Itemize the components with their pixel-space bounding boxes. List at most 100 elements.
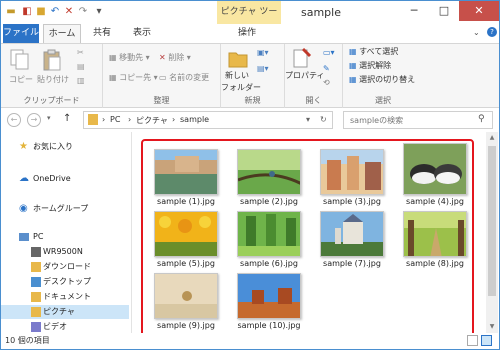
refresh-icon[interactable]: ↻	[320, 115, 327, 124]
organize-group: ▦ 移動先 ▾ ▦ コピー先 ▾ ✕ 削除 ▾ ▭ 名前の変更 整理	[103, 44, 221, 108]
new-folder-icon[interactable]: ■	[35, 6, 47, 18]
item-count: 10 個の項目	[5, 336, 50, 345]
large-icons-view-icon[interactable]	[481, 335, 492, 346]
tab-share[interactable]: 共有	[85, 24, 119, 43]
highlight-frame	[141, 139, 474, 341]
nav-item-homegroup[interactable]: ◉ ホームグループ	[1, 202, 129, 216]
history-icon[interactable]: ⟲	[323, 78, 330, 87]
edit-icon[interactable]: ✎	[323, 64, 330, 73]
nav-item-videos[interactable]: ビデオ	[1, 320, 129, 333]
tab-file[interactable]: ファイル	[3, 24, 39, 43]
path-separator-icon[interactable]: ›	[172, 115, 175, 124]
rename-button[interactable]: ▭ 名前の変更	[159, 72, 209, 83]
recent-locations-icon[interactable]: ▾	[47, 114, 51, 122]
context-tab-title: ピクチャ ツール	[217, 1, 281, 40]
delete-button[interactable]: ✕ 削除 ▾	[159, 52, 191, 63]
copy-to-button[interactable]: ▦ コピー先 ▾	[109, 72, 158, 83]
nav-item-pictures[interactable]: ピクチャ	[1, 305, 129, 319]
breadcrumb-pictures[interactable]: ピクチャ	[136, 115, 168, 126]
star-icon: ★	[19, 141, 28, 152]
copy-path-icon[interactable]: ▤	[77, 62, 85, 71]
customize-chevron-icon[interactable]: ▾	[93, 6, 105, 18]
scroll-thumb[interactable]	[488, 146, 496, 296]
address-dropdown-icon[interactable]: ▾	[306, 115, 310, 124]
new-folder-button-line2[interactable]: フォルダー	[221, 82, 261, 93]
paste-icon[interactable]	[41, 48, 63, 72]
delete-icon[interactable]: ✕	[63, 6, 75, 18]
select-none-icon: ▦	[349, 61, 360, 70]
ribbon: コピー 貼り付け ✂ ▤ ▥ クリップボード ▦ 移動先 ▾ ▦ コピー先 ▾ …	[1, 43, 499, 108]
tab-view[interactable]: 表示	[123, 24, 161, 43]
up-button[interactable]: ↑	[63, 113, 71, 124]
nav-label: PC	[33, 232, 44, 241]
back-button[interactable]: ←	[7, 113, 21, 127]
undo-icon[interactable]: ↶	[49, 6, 61, 18]
scroll-up-icon[interactable]: ▲	[486, 132, 498, 144]
window-title: sample	[301, 6, 341, 19]
select-none-button[interactable]: ▦ 選択解除	[349, 60, 391, 71]
nav-label: ドキュメント	[43, 292, 91, 301]
nav-item-downloads[interactable]: ダウンロード	[1, 260, 129, 274]
open-icon[interactable]: ▭▾	[323, 48, 335, 57]
nav-label: お気に入り	[33, 142, 73, 151]
maximize-button[interactable]: □	[429, 1, 459, 21]
copy-to-icon: ▦	[109, 73, 120, 82]
nav-item-pc[interactable]: PC	[1, 230, 129, 244]
downloads-folder-icon	[31, 262, 41, 272]
copy-icon[interactable]	[9, 48, 31, 72]
select-all-icon: ▦	[349, 47, 360, 56]
nav-label: OneDrive	[33, 174, 71, 183]
minimize-button[interactable]: ─	[399, 1, 429, 21]
properties-button[interactable]: プロパティ	[285, 70, 325, 81]
address-bar: ← → ▾ ↑ › PC › ピクチャ › sample ▾ ↻ sampleの…	[1, 109, 499, 131]
nav-item-wr9500n[interactable]: WR9500N	[1, 245, 129, 259]
vertical-scrollbar[interactable]: ▲ ▼	[486, 132, 498, 333]
ribbon-tabs: ファイル ホーム 共有 表示 操作 ⌄ ?	[1, 24, 499, 43]
search-input[interactable]: sampleの検索 ⚲	[343, 111, 493, 129]
search-icon[interactable]: ⚲	[478, 114, 485, 124]
forward-button[interactable]: →	[27, 113, 41, 127]
close-button[interactable]: ✕	[459, 1, 499, 21]
breadcrumb-sample[interactable]: sample	[180, 115, 209, 124]
properties-icon[interactable]: ◧	[21, 6, 33, 18]
nav-label: ホームグループ	[33, 204, 89, 213]
help-icon[interactable]: ?	[487, 27, 497, 37]
nav-item-documents[interactable]: ドキュメント	[1, 290, 129, 304]
nav-item-onedrive[interactable]: ☁ OneDrive	[1, 172, 129, 186]
select-group-label: 選択	[375, 96, 391, 105]
tab-home[interactable]: ホーム	[43, 24, 81, 43]
redo-icon[interactable]: ↷	[77, 6, 89, 18]
nav-item-favorites[interactable]: ★ お気に入り	[1, 140, 129, 154]
delete-label: 削除	[168, 53, 185, 62]
pane-divider[interactable]	[131, 132, 132, 333]
paste-shortcut-icon[interactable]: ▥	[77, 76, 85, 85]
invert-selection-button[interactable]: ▦ 選択の切り替え	[349, 74, 415, 85]
new-group-label: 新規	[244, 96, 261, 105]
select-all-button[interactable]: ▦ すべて選択	[349, 46, 398, 57]
path-separator-icon[interactable]: ›	[128, 115, 131, 124]
explorer-window: ▬ ◧ ■ ↶ ✕ ↷ ▾ ピクチャ ツール sample ─ □ ✕ ファイル…	[0, 0, 500, 350]
nav-label: WR9500N	[43, 247, 83, 256]
address-input[interactable]: › PC › ピクチャ › sample ▾ ↻	[83, 111, 333, 129]
scroll-down-icon[interactable]: ▼	[486, 321, 498, 333]
easy-access-icon[interactable]: ▤▾	[257, 64, 269, 73]
documents-folder-icon	[31, 292, 41, 302]
copy-button[interactable]: コピー	[9, 74, 33, 85]
path-separator-icon[interactable]: ›	[102, 115, 105, 124]
cut-icon[interactable]: ✂	[77, 48, 84, 57]
move-to-button[interactable]: ▦ 移動先 ▾	[109, 52, 150, 63]
move-to-label: 移動先	[119, 53, 144, 62]
tab-manage[interactable]: 操作	[221, 24, 273, 43]
new-folder-big-icon[interactable]	[227, 46, 249, 70]
move-to-icon: ▦	[109, 53, 120, 62]
new-folder-button[interactable]: 新しい	[225, 70, 249, 81]
new-item-icon[interactable]: ▣▾	[257, 48, 269, 57]
breadcrumb-pc[interactable]: PC	[110, 115, 120, 124]
nav-item-desktop[interactable]: デスクトップ	[1, 275, 129, 289]
paste-button[interactable]: 貼り付け	[37, 74, 69, 85]
organize-group-label: 整理	[153, 96, 170, 105]
ribbon-expand-icon[interactable]: ⌄	[473, 28, 480, 37]
properties-big-icon[interactable]	[291, 46, 313, 70]
details-view-icon[interactable]	[467, 335, 478, 346]
homegroup-icon: ◉	[19, 203, 28, 214]
